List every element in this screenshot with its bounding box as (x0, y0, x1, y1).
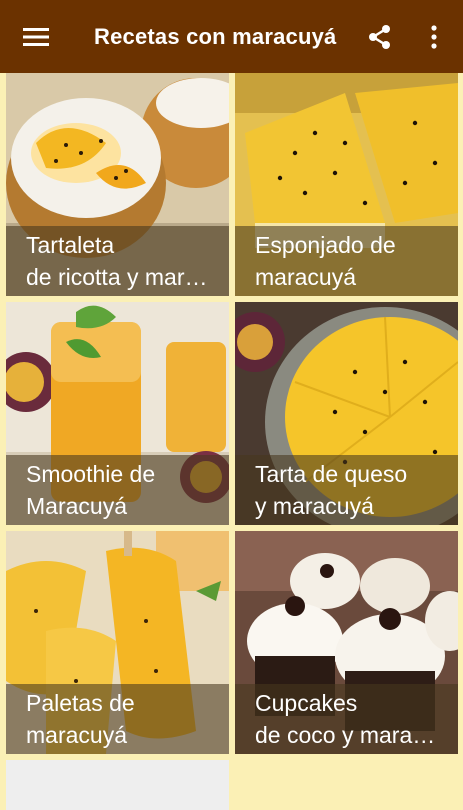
recipe-card-esponjado[interactable]: Esponjado de maracuyá (235, 73, 458, 296)
recipe-title-line2: y maracuyá (255, 493, 374, 519)
recipe-card-tartaleta[interactable]: Tartaleta de ricotta y maracuyá (6, 73, 229, 296)
app-title: Recetas con maracuyá (94, 24, 337, 49)
hamburger-menu-icon (23, 28, 49, 46)
recipe-caption: Tarta de queso y maracuyá (235, 455, 458, 525)
recipe-title-line2: maracuyá (26, 722, 127, 748)
recipe-caption: Paletas de maracuyá (6, 684, 229, 754)
more-options-button[interactable] (413, 16, 455, 58)
recipe-card-paletas[interactable]: Paletas de maracuyá (6, 531, 229, 754)
recipe-title-line1: Paletas de (26, 690, 135, 716)
recipe-title-line1: Smoothie de (26, 461, 156, 487)
recipe-title-line2: maracuyá (255, 264, 356, 290)
app-bar: Recetas con maracuyá (0, 0, 463, 73)
recipe-title-line2: de ricotta y maracuyá (26, 264, 215, 290)
recipe-card-partial-empty (235, 760, 458, 810)
menu-button[interactable] (15, 16, 57, 58)
recipe-title-line1: Tarta de queso (255, 461, 408, 487)
recipe-title-line2: de coco y maracuyá (255, 722, 444, 748)
recipe-title-line1: Esponjado de (255, 232, 396, 258)
recipe-card-smoothie[interactable]: Smoothie de Maracuyá (6, 302, 229, 525)
recipe-caption: Smoothie de Maracuyá (6, 455, 229, 525)
recipe-caption: Esponjado de maracuyá (235, 226, 458, 296)
recipe-title-line1: Cupcakes (255, 690, 358, 716)
more-vertical-icon (431, 25, 437, 49)
recipe-card-cupcakes[interactable]: Cupcakes de coco y maracuyá (235, 531, 458, 754)
recipe-card-partial[interactable] (6, 760, 229, 810)
share-icon (369, 25, 390, 49)
recipe-title-line2: Maracuyá (26, 493, 127, 519)
recipe-caption: Cupcakes de coco y maracuyá (235, 684, 458, 754)
recipe-title-line1: Tartaleta (26, 232, 115, 258)
share-button[interactable] (359, 16, 401, 58)
recipe-grid: Tartaleta de ricotta y maracuyá Esponjad… (0, 73, 463, 810)
recipe-card-tarta-de-queso[interactable]: Tarta de queso y maracuyá (235, 302, 458, 525)
recipe-caption: Tartaleta de ricotta y maracuyá (6, 226, 229, 296)
